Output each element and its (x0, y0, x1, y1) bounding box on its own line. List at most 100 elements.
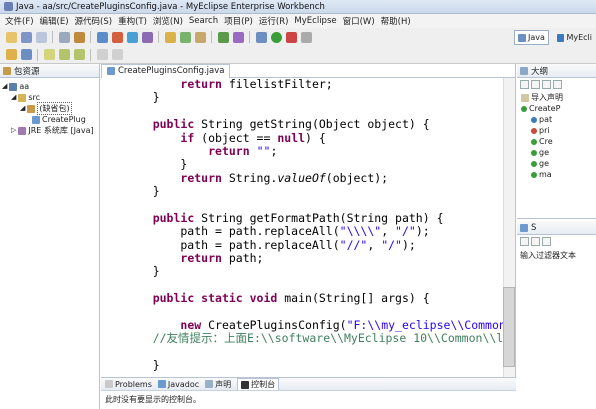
tree-item-project[interactable]: ◢ aa (2, 81, 99, 92)
tree-item-label: aa (19, 82, 30, 91)
menu-run[interactable]: 运行(R) (256, 15, 292, 27)
code-line: } (125, 184, 507, 198)
tab-console[interactable]: 控制台 (237, 378, 280, 390)
palette-icon[interactable] (179, 31, 191, 43)
new-task-icon[interactable] (520, 237, 529, 246)
window-titlebar: Java - aa/src/CreatePluginsConfig.java -… (0, 0, 596, 14)
save-icon[interactable] (20, 31, 32, 43)
db-icon[interactable] (141, 31, 153, 43)
outline-item-method[interactable]: ge (521, 158, 596, 169)
code-line: } (125, 359, 507, 372)
editor-tab-createpluginsconfig[interactable]: CreatePluginsConfig.java (101, 63, 231, 78)
task-toolbar (517, 235, 596, 248)
perspective-myeclipse[interactable]: MyEcli (553, 30, 596, 45)
deploy-icon[interactable] (111, 31, 123, 43)
filter-icon[interactable] (531, 237, 540, 246)
outline-item-class[interactable]: CreateP (521, 103, 596, 114)
hide-nonpublic-icon[interactable] (553, 80, 562, 89)
wizard-icon[interactable] (164, 31, 176, 43)
task-tab[interactable]: S (517, 221, 596, 235)
server-icon[interactable] (96, 31, 108, 43)
code-text-area[interactable]: return filelistFilter; } public String g… (125, 78, 507, 377)
static-method-icon (531, 171, 537, 178)
scrollbar-thumb[interactable] (503, 287, 515, 367)
new-interface-icon[interactable] (232, 31, 244, 43)
code-token: ) { (305, 130, 326, 145)
new-class-icon[interactable] (217, 31, 229, 43)
sync-icon[interactable] (542, 237, 551, 246)
menu-help[interactable]: 帮助(H) (378, 15, 414, 27)
outline-item-label: ma (539, 170, 552, 179)
new-icon[interactable] (5, 31, 17, 43)
task-filter-input[interactable]: 输入过滤器文本 (517, 248, 596, 263)
outline-tab[interactable]: 大纲 (517, 64, 596, 78)
outline-icon (520, 66, 528, 75)
toggle-mark-icon[interactable] (43, 49, 55, 60)
expand-arrow-icon[interactable]: ◢ (20, 103, 25, 114)
build-icon[interactable] (73, 31, 85, 43)
expand-arrow-icon[interactable]: ◢ (11, 92, 16, 103)
outline-item-constructor[interactable]: Cre (521, 136, 596, 147)
outline-item-label: CreateP (529, 104, 561, 113)
outline-item-method[interactable]: ma (521, 169, 596, 180)
code-token: } (125, 264, 160, 279)
run-icon[interactable] (270, 31, 282, 43)
open-type-icon[interactable] (5, 49, 17, 60)
editor-tab-bar: CreatePluginsConfig.java (101, 63, 515, 78)
hide-fields-icon[interactable] (531, 80, 540, 89)
code-token: filelistFilter; (221, 78, 333, 91)
menu-file[interactable]: 文件(F) (2, 15, 37, 27)
package-explorer-tab[interactable]: 包资源 (0, 64, 99, 78)
outline-item-field[interactable]: pat (521, 114, 596, 125)
code-token: (object); (325, 170, 389, 185)
outline-item-label: ge (539, 159, 549, 168)
back-icon[interactable] (96, 49, 108, 60)
hide-static-icon[interactable] (542, 80, 551, 89)
annotation-next-icon[interactable] (58, 49, 70, 60)
external-tools-icon[interactable] (285, 31, 297, 43)
expand-arrow-icon[interactable]: ◢ (2, 81, 7, 92)
forward-icon[interactable] (111, 49, 123, 60)
coverage-icon[interactable] (300, 31, 312, 43)
tree-item-default-package[interactable]: ◢ (缺省包) (2, 102, 99, 115)
annotation-prev-icon[interactable] (73, 49, 85, 60)
sort-icon[interactable] (520, 80, 529, 89)
imports-icon (521, 93, 529, 102)
menu-project[interactable]: 项目(P) (221, 15, 256, 27)
browser-icon[interactable] (126, 31, 138, 43)
collapse-arrow-icon[interactable]: ▷ (11, 125, 16, 136)
source-folder-icon (18, 93, 27, 102)
code-token: String. (221, 170, 278, 185)
tab-declaration[interactable]: 声明 (205, 379, 231, 390)
outline-item-imports[interactable]: 导入声明 (521, 92, 596, 103)
tab-problems[interactable]: Problems (105, 380, 152, 389)
menu-edit[interactable]: 编辑(E) (37, 15, 72, 27)
menu-navigate[interactable]: 浏览(N) (150, 15, 186, 27)
menu-source[interactable]: 源代码(S) (72, 15, 116, 27)
save-all-icon[interactable] (35, 31, 47, 43)
search-icon[interactable] (20, 49, 32, 60)
menu-window[interactable]: 窗口(W) (340, 15, 378, 27)
menu-search[interactable]: Search (186, 16, 221, 26)
menu-myeclipse[interactable]: MyEclipse (291, 16, 339, 26)
tree-item-jre[interactable]: ▷ JRE 系统库 [Java] (2, 125, 99, 136)
menu-refactor[interactable]: 重构(T) (115, 15, 150, 27)
outline-item-method[interactable]: ge (521, 147, 596, 158)
package-explorer-icon (3, 66, 11, 75)
code-line: path = path.replaceAll("//", "/"); (125, 238, 507, 252)
perspective-java[interactable]: Java (514, 30, 549, 45)
tab-label: Javadoc (167, 379, 200, 389)
outline-title: 大纲 (531, 66, 549, 77)
outline-item-field[interactable]: pri (521, 125, 596, 136)
library-icon (18, 126, 27, 135)
code-token: public (152, 117, 195, 132)
package-icon[interactable] (194, 31, 206, 43)
debug-icon[interactable] (255, 31, 267, 43)
tab-javadoc[interactable]: Javadoc (157, 379, 200, 389)
print-icon[interactable] (58, 31, 70, 43)
tree-item-java-file[interactable]: CreatePlug (2, 114, 99, 125)
